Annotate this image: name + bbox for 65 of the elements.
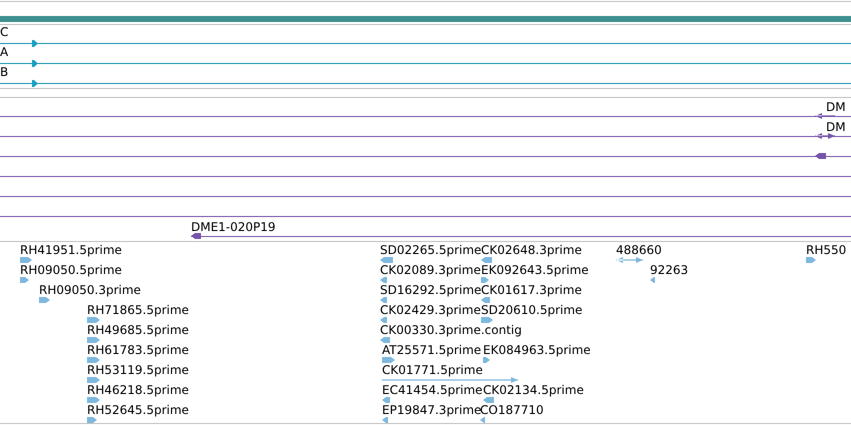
est-arrow-icon xyxy=(481,257,492,263)
feature-label: B xyxy=(0,65,8,79)
feature-label: CK01617.3prime xyxy=(481,283,582,297)
feature-arrow-icon xyxy=(32,60,38,67)
feature-label: SD20610.5prime xyxy=(481,303,582,317)
est-arrow-icon xyxy=(382,417,388,423)
est-arrow-icon xyxy=(616,257,643,263)
est-arrow-icon xyxy=(20,257,32,263)
est-arrow-icon xyxy=(20,277,29,283)
feature-label: CO187710 xyxy=(480,403,544,417)
feature-label: RH71865.5prime xyxy=(87,303,189,317)
est-arrow-icon xyxy=(87,357,100,363)
est-arrow-icon xyxy=(480,417,485,423)
feature-label: CK02089.3prime xyxy=(380,263,481,277)
est-arrow-icon xyxy=(380,277,387,283)
feature-label: 488660 xyxy=(616,243,662,257)
feature-label: EK084963.5prime xyxy=(483,343,591,357)
est-arrow-icon xyxy=(483,357,490,363)
est-arrow-icon xyxy=(87,397,100,403)
feature-label: RH52645.5prime xyxy=(87,403,189,417)
feature-arrow-icon xyxy=(32,40,38,47)
est-arrow-icon xyxy=(87,317,100,323)
feature-label: RH61783.5prime xyxy=(87,343,189,357)
feature-label: DM xyxy=(826,100,846,114)
feature-label: RH53119.5prime xyxy=(87,363,189,377)
feature-label: EK092643.5prime xyxy=(481,263,589,277)
feature-label: A xyxy=(0,45,8,59)
est-arrow-icon xyxy=(481,297,490,303)
feature-label: RH49685.5prime xyxy=(87,323,189,337)
feature-label: RH09050.3prime xyxy=(39,283,141,297)
feature-label: SD16292.5prime xyxy=(380,283,482,297)
est-arrow-icon xyxy=(380,337,390,343)
est-arrow-icon xyxy=(382,357,395,363)
feature-label: C xyxy=(0,25,8,39)
feature-label: CK02648.3prime xyxy=(481,243,582,257)
est-arrow-icon xyxy=(650,277,655,283)
feature-label: RH09050.5prime xyxy=(20,263,122,277)
feature-label: AT25571.5prime xyxy=(382,343,482,357)
feature-label: CK02429.3prime xyxy=(380,303,481,317)
est-arrow-icon xyxy=(382,397,390,403)
feature-label: CK00330.3prime.contig xyxy=(380,323,522,337)
feature-label: DM xyxy=(826,120,846,134)
est-arrow-icon xyxy=(806,257,816,263)
est-arrow-icon xyxy=(380,317,387,323)
feature-label: CK01771.5prime xyxy=(382,363,483,377)
feature-label: RH550 xyxy=(806,243,846,257)
est-arrow-icon xyxy=(481,277,489,283)
est-arrow-icon xyxy=(39,297,50,303)
est-arrow-icon xyxy=(481,317,493,323)
feature-label: CK02134.5prime xyxy=(483,383,584,397)
est-arrow-icon xyxy=(380,297,387,303)
feature-label: 92263 xyxy=(650,263,688,277)
feature-arrow-icon xyxy=(32,80,38,87)
est-arrow-icon xyxy=(380,257,393,263)
feature-label: DME1-020P19 xyxy=(191,220,276,234)
est-arrow-icon xyxy=(87,417,97,423)
feature-label: RH46218.5prime xyxy=(87,383,189,397)
est-arrow-icon xyxy=(87,377,100,383)
feature-label: EP19847.3prime xyxy=(382,403,482,417)
est-arrow-icon xyxy=(483,397,494,403)
est-arrow-icon xyxy=(382,377,518,383)
est-arrow-icon xyxy=(87,337,100,343)
feature-label: EC41454.5prime xyxy=(382,383,483,397)
feature-label: SD02265.5prime xyxy=(380,243,482,257)
feature-label: RH41951.5prime xyxy=(20,243,122,257)
